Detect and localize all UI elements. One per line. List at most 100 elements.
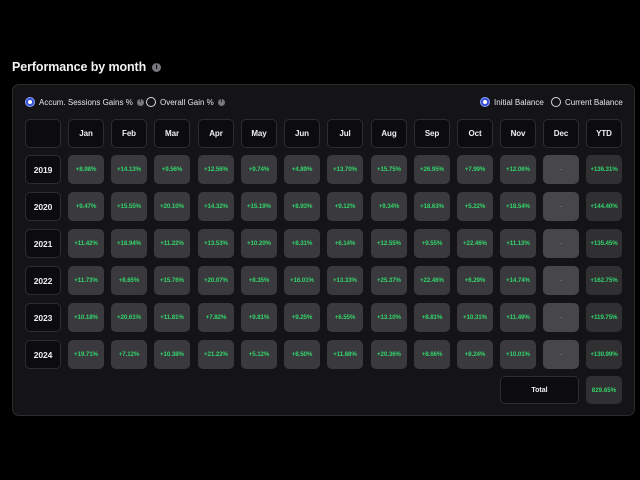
month-value-cell: +15.76% <box>154 266 190 295</box>
accum-gains-radio[interactable] <box>25 97 35 107</box>
month-value-cell: +18.94% <box>111 229 147 258</box>
month-value-cell: +13.53% <box>198 229 234 258</box>
current-balance-radio[interactable] <box>551 97 561 107</box>
month-value-cell: +8.50% <box>284 340 320 369</box>
month-value-cell: +14.32% <box>198 192 234 221</box>
month-value-cell: +10.01% <box>500 340 536 369</box>
month-value-cell: +16.01% <box>284 266 320 295</box>
info-icon[interactable]: i <box>217 98 225 106</box>
column-header-jan: Jan <box>68 119 104 148</box>
month-value-cell: - <box>543 340 579 369</box>
section-heading: Performance by month i <box>12 60 162 74</box>
page-title: Performance by month <box>12 60 147 74</box>
initial-balance-option[interactable]: Initial Balance <box>480 97 544 107</box>
month-value-cell: +9.25% <box>284 303 320 332</box>
month-value-cell: +9.34% <box>371 192 407 221</box>
month-value-cell: +6.55% <box>327 303 363 332</box>
month-value-cell: +10.38% <box>154 340 190 369</box>
initial-balance-radio[interactable] <box>480 97 490 107</box>
month-value-cell: +21.22% <box>198 340 234 369</box>
month-value-cell: +11.22% <box>154 229 190 258</box>
month-value-cell: +10.18% <box>68 303 104 332</box>
month-value-cell: +8.24% <box>457 340 493 369</box>
ytd-value-cell: +144.40% <box>586 192 622 221</box>
column-header-nov: Nov <box>500 119 536 148</box>
year-label-2024: 2024 <box>25 340 61 369</box>
month-value-cell: +15.19% <box>241 192 277 221</box>
month-value-cell: - <box>543 229 579 258</box>
month-value-cell: +11.81% <box>154 303 190 332</box>
ytd-value-cell: +130.99% <box>586 340 622 369</box>
ytd-value-cell: +136.31% <box>586 155 622 184</box>
month-value-cell: +9.74% <box>241 155 277 184</box>
column-header-oct: Oct <box>457 119 493 148</box>
month-value-cell: +20.07% <box>198 266 234 295</box>
month-value-cell: +10.20% <box>241 229 277 258</box>
month-value-cell: +19.71% <box>68 340 104 369</box>
month-value-cell: - <box>543 155 579 184</box>
month-value-cell: +6.29% <box>457 266 493 295</box>
column-header-jul: Jul <box>327 119 363 148</box>
month-value-cell: +8.31% <box>284 229 320 258</box>
month-value-cell: +4.89% <box>284 155 320 184</box>
current-balance-option[interactable]: Current Balance <box>551 97 623 107</box>
month-value-cell: +8.35% <box>241 266 277 295</box>
month-value-cell: +26.95% <box>414 155 450 184</box>
month-value-cell: +11.13% <box>500 229 536 258</box>
year-label-2020: 2020 <box>25 192 61 221</box>
ytd-value-cell: +135.45% <box>586 229 622 258</box>
accum-gains-label: Accum. Sessions Gains % <box>39 97 133 107</box>
month-value-cell: - <box>543 303 579 332</box>
month-value-cell: +6.14% <box>327 229 363 258</box>
month-value-cell: +13.70% <box>327 155 363 184</box>
month-value-cell: +7.82% <box>198 303 234 332</box>
info-icon[interactable]: i <box>136 98 144 106</box>
month-value-cell: +13.10% <box>371 303 407 332</box>
month-value-cell: +22.46% <box>414 266 450 295</box>
month-value-cell: +25.37% <box>371 266 407 295</box>
month-value-cell: +15.75% <box>371 155 407 184</box>
info-icon[interactable]: i <box>152 62 162 72</box>
month-value-cell: +9.12% <box>327 192 363 221</box>
year-label-2023: 2023 <box>25 303 61 332</box>
corner-cell <box>25 119 61 148</box>
column-header-apr: Apr <box>198 119 234 148</box>
overall-gain-option[interactable]: Overall Gain % i <box>146 97 225 107</box>
column-header-may: May <box>241 119 277 148</box>
month-value-cell: +18.54% <box>500 192 536 221</box>
month-value-cell: +20.10% <box>154 192 190 221</box>
month-value-cell: +11.42% <box>68 229 104 258</box>
month-value-cell: +12.55% <box>371 229 407 258</box>
month-value-cell: +8.65% <box>111 266 147 295</box>
month-value-cell: - <box>543 192 579 221</box>
month-value-cell: +11.68% <box>327 340 363 369</box>
month-value-cell: +9.56% <box>154 155 190 184</box>
overall-gain-radio[interactable] <box>146 97 156 107</box>
accum-gains-option[interactable]: Accum. Sessions Gains % i <box>25 97 144 107</box>
month-value-cell: +9.81% <box>241 303 277 332</box>
column-header-aug: Aug <box>371 119 407 148</box>
year-label-2019: 2019 <box>25 155 61 184</box>
column-header-jun: Jun <box>284 119 320 148</box>
month-value-cell: +18.63% <box>414 192 450 221</box>
month-value-cell: +7.12% <box>111 340 147 369</box>
month-value-cell: +7.99% <box>457 155 493 184</box>
column-header-dec: Dec <box>543 119 579 148</box>
column-header-mar: Mar <box>154 119 190 148</box>
month-value-cell: +11.73% <box>68 266 104 295</box>
year-label-2022: 2022 <box>25 266 61 295</box>
month-value-cell: +20.36% <box>371 340 407 369</box>
column-header-feb: Feb <box>111 119 147 148</box>
column-header-ytd: YTD <box>586 119 622 148</box>
month-value-cell: +10.31% <box>457 303 493 332</box>
month-value-cell: +22.46% <box>457 229 493 258</box>
month-value-cell: +9.47% <box>68 192 104 221</box>
overall-gain-label: Overall Gain % <box>160 97 214 107</box>
total-label: Total <box>500 376 579 404</box>
month-value-cell: +8.66% <box>414 340 450 369</box>
column-header-sep: Sep <box>414 119 450 148</box>
performance-panel <box>12 84 635 416</box>
month-value-cell: +12.06% <box>500 155 536 184</box>
month-value-cell: +8.81% <box>414 303 450 332</box>
ytd-value-cell: +162.75% <box>586 266 622 295</box>
